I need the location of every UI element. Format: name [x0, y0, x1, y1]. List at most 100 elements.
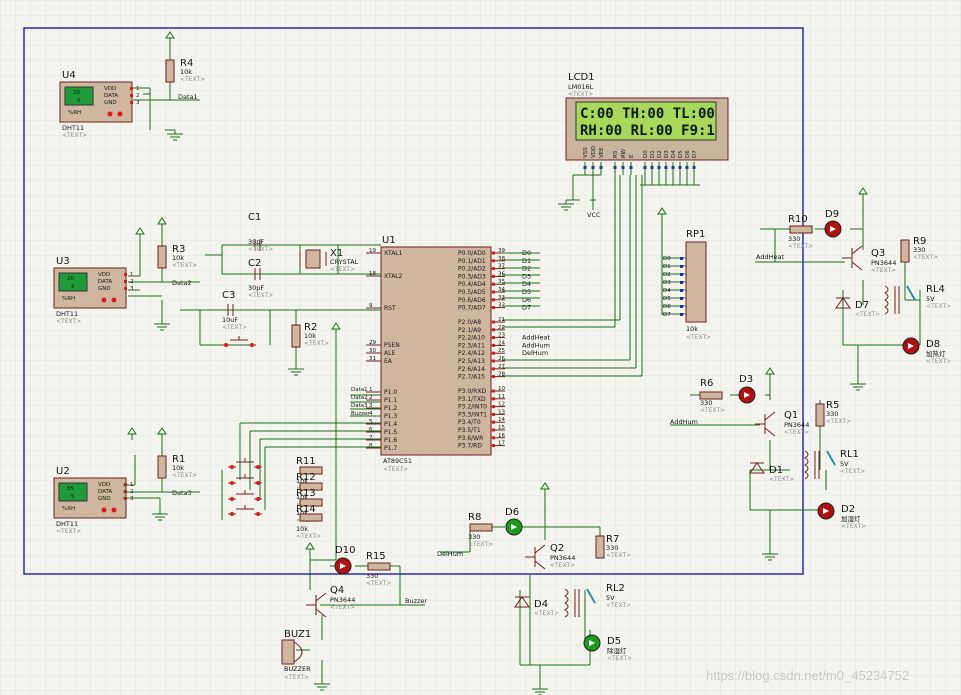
sensor-unit: %RH — [62, 506, 75, 512]
led-label: 除湿灯 — [607, 646, 627, 655]
mcu-pin-number: 9 — [369, 303, 373, 309]
mcu-pin-number: 10 — [498, 386, 505, 392]
sensor-pin-number: 3 — [130, 286, 134, 292]
rp1-net-label: D7 — [663, 312, 671, 318]
relay-value: 5V — [606, 594, 615, 602]
mcu-pin-name: P1.0 — [384, 389, 397, 396]
pin-marker — [680, 273, 683, 276]
led-ref: D2 — [841, 504, 855, 515]
sensor-button[interactable] — [101, 297, 107, 303]
resistor-value: 330 — [606, 544, 618, 552]
mcu-pin-name: P1.5 — [384, 429, 397, 436]
rp1-net-label: D0 — [663, 256, 671, 262]
resistor-body — [291, 324, 301, 348]
mcu-pin-name: P0.4/AD4 — [458, 281, 486, 288]
pin-marker — [124, 273, 127, 276]
mcu-pin-name: P3.2/INT0 — [458, 404, 487, 411]
mcu-pin-number: 23 — [498, 333, 505, 339]
resistor-text-tag: <TEXT> — [304, 340, 329, 347]
transistor-ref: Q3 — [871, 248, 885, 259]
button-contact — [256, 465, 260, 469]
sensor-display-top: 20 — [73, 90, 80, 96]
transistor-text-tag: <TEXT> — [784, 429, 809, 436]
sensor-pin-number: 3 — [136, 100, 140, 106]
rp1-value: 10k — [686, 325, 698, 333]
diode-text-tag: <TEXT> — [855, 311, 880, 318]
vcc-label: VCC — [587, 211, 601, 219]
relay-ref: RL2 — [606, 583, 625, 594]
led[interactable]: D9 — [824, 209, 842, 238]
pin-marker — [680, 257, 683, 260]
sensor-pin-number: 1 — [136, 86, 140, 92]
transistor-text-tag: <TEXT> — [330, 604, 355, 611]
lcd-pin-label: VDD — [591, 146, 597, 158]
pin-marker — [492, 290, 495, 294]
rp1-net-label: D6 — [663, 304, 671, 310]
lcd-pin-label: D5 — [678, 150, 684, 158]
transistor-model: PN3644 — [550, 554, 575, 562]
lcd-text-tag: <TEXT> — [568, 91, 593, 98]
mcu-pin-number: 14 — [498, 417, 505, 423]
net-label-buzzer: Buzzer — [405, 597, 427, 605]
rp1-net-label: D4 — [663, 288, 671, 294]
capacitor-text-tag: <TEXT> — [248, 292, 273, 299]
mcu-pin-number: 5 — [369, 419, 373, 425]
sensor-pin-number: 3 — [130, 496, 134, 502]
mcu-pin-net: D2 — [522, 265, 531, 273]
mcu-pin-number: 24 — [498, 340, 505, 346]
sensor-pin-number: 2 — [136, 93, 140, 99]
mcu-pin-name: P2.6/A14 — [458, 366, 485, 373]
led-ref: D3 — [739, 374, 753, 385]
sensor-button[interactable] — [107, 111, 113, 117]
resistor-value: 330 — [366, 572, 378, 580]
lcd-pin-label: D3 — [664, 150, 670, 158]
mcu-pin-name: P0.3/AD3 — [458, 273, 486, 280]
pin-marker — [680, 281, 683, 284]
led-ref: D6 — [505, 507, 519, 518]
mcu-pin-name: P0.7/AD7 — [458, 305, 486, 312]
sensor-text-tag: <TEXT> — [56, 318, 81, 325]
pin-marker — [680, 265, 683, 268]
rp1-text-tag: <TEXT> — [686, 334, 711, 341]
resistor-value: 10k — [304, 332, 316, 340]
mcu-pin-number: 2 — [369, 395, 373, 401]
sensor-button[interactable] — [117, 111, 123, 117]
sensor-button[interactable] — [111, 297, 117, 303]
resistor-text-tag: <TEXT> — [700, 407, 725, 414]
mcu-pin-name: P1.7 — [384, 445, 397, 452]
mcu-pin-number: 37 — [498, 264, 505, 270]
mcu-pin-net: Data3 — [351, 403, 368, 409]
mcu-text-tag: <TEXT> — [383, 466, 408, 473]
button-contact — [256, 512, 260, 516]
lcd-pin-label: VEE — [599, 147, 605, 158]
sensor-button[interactable] — [101, 507, 107, 513]
transistor-text-tag: <TEXT> — [550, 562, 575, 569]
mcu-pin-net: D5 — [522, 288, 531, 296]
mcu-pin-name: P3.6/WR — [458, 435, 483, 442]
mcu-pin-number: 31 — [369, 356, 376, 362]
sensor-pin-label: VDD — [98, 272, 110, 278]
mcu-pin-name: P1.3 — [384, 413, 397, 420]
resistor-body — [595, 535, 605, 559]
sensor-display-bottom: 5 — [71, 284, 75, 290]
resistor-ref: R6 — [700, 378, 713, 389]
sensor-display-top: 20 — [67, 276, 74, 282]
diode-ref: D7 — [855, 300, 869, 311]
resistor-body — [469, 523, 493, 532]
mcu-pin-name: P2.1/A9 — [458, 327, 481, 334]
resistor-ref: R11 — [296, 456, 316, 467]
lcd-pin-label: RW — [621, 148, 627, 158]
sensor-pin-label: DATA — [104, 93, 118, 99]
crystal-value: CRYSTAL — [330, 258, 359, 266]
mcu-pin-number: 30 — [369, 348, 376, 354]
pin-marker — [124, 287, 127, 290]
pin-marker — [492, 336, 495, 340]
sensor-button[interactable] — [111, 507, 117, 513]
mcu-pin-name: P3.3/INT1 — [458, 411, 487, 418]
pin-marker — [492, 259, 495, 263]
sensor-pin-label: GND — [98, 496, 111, 502]
lcd-model: LM016L — [568, 83, 594, 91]
buzzer-ref: BUZ1 — [284, 629, 311, 640]
sensor-data-net: Data2 — [172, 279, 192, 287]
sensor-unit: %RH — [62, 296, 75, 302]
